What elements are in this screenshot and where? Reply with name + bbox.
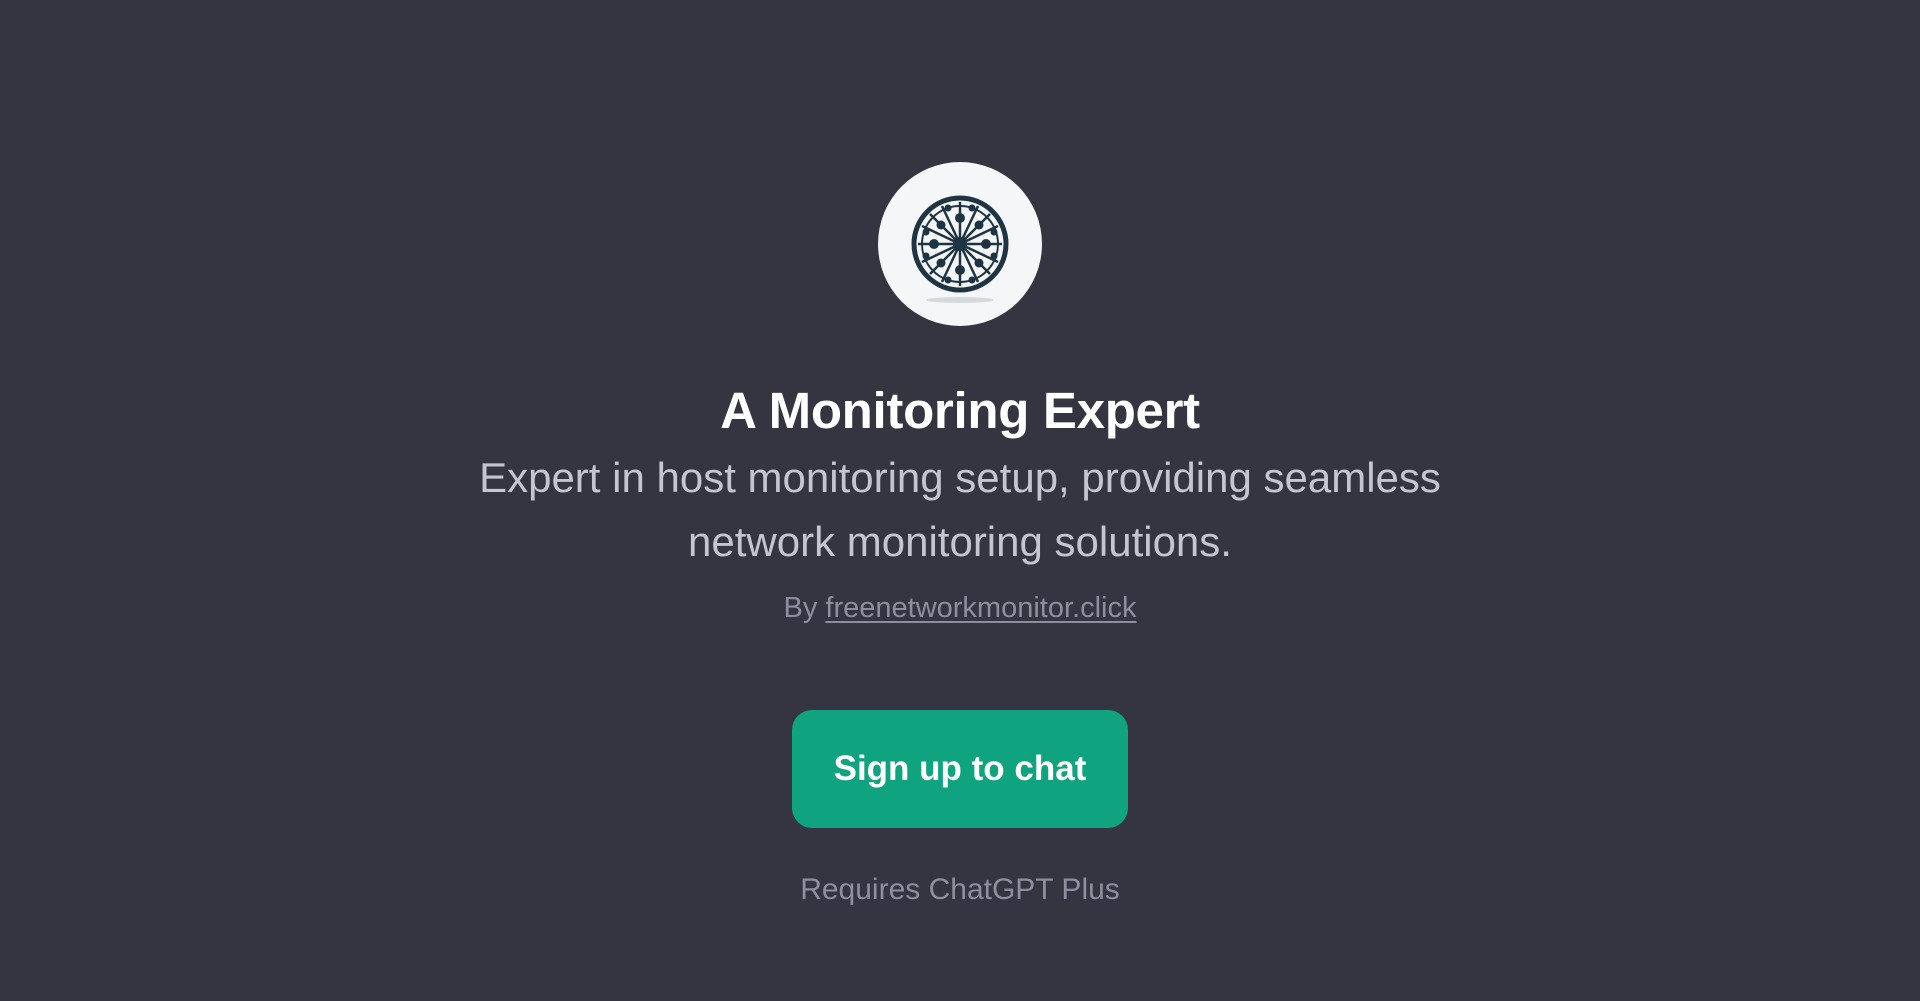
author-link[interactable]: freenetworkmonitor.click — [825, 592, 1136, 624]
byline-prefix: By — [783, 592, 826, 624]
gpt-title: A Monitoring Expert — [720, 382, 1200, 439]
author-byline: By freenetworkmonitor.click — [0, 588, 1920, 628]
network-globe-icon — [911, 195, 1009, 303]
gpt-avatar — [878, 162, 1042, 326]
gpt-landing-page: A Monitoring Expert Expert in host monit… — [0, 0, 1920, 1001]
gpt-description: Expert in host monitoring setup, providi… — [479, 454, 1441, 565]
requires-plus-note: Requires ChatGPT Plus — [800, 873, 1120, 906]
sign-up-to-chat-button[interactable]: Sign up to chat — [792, 710, 1128, 828]
